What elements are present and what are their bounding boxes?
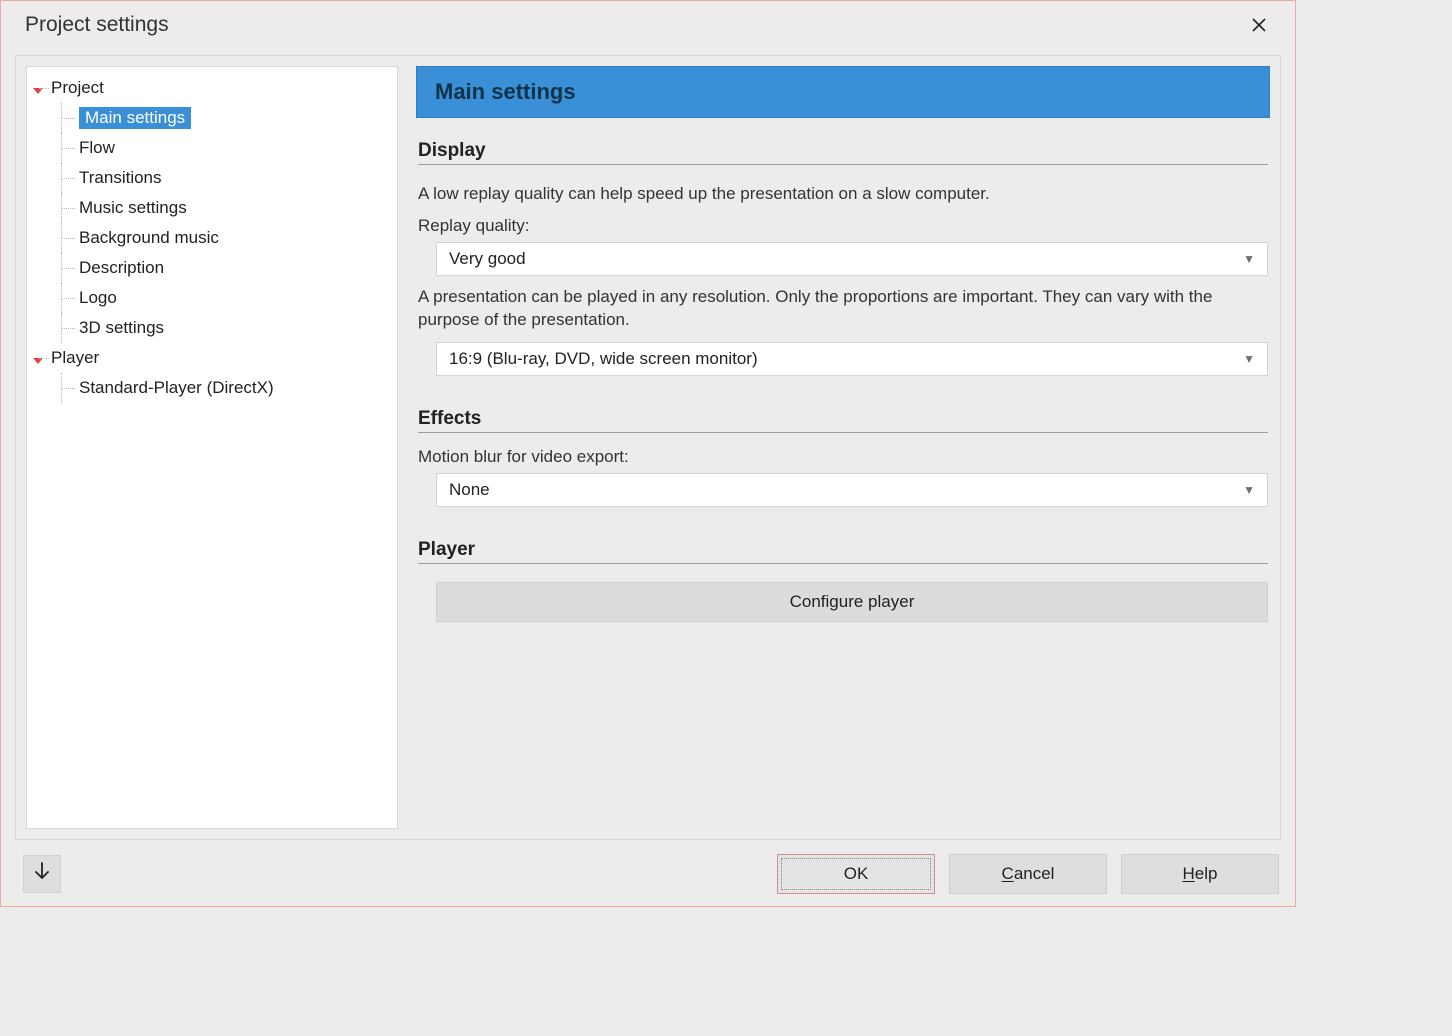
- caret-down-icon[interactable]: [33, 351, 43, 361]
- configure-player-button[interactable]: Configure player: [436, 582, 1268, 622]
- replay-quality-label: Replay quality:: [418, 216, 1268, 236]
- dialog-footer: OK Cancel Help: [1, 842, 1295, 906]
- tree-node-description[interactable]: Description: [31, 253, 393, 283]
- cancel-button[interactable]: Cancel: [949, 854, 1107, 894]
- arrow-down-icon: [34, 862, 50, 887]
- tree-node-standard-player[interactable]: Standard-Player (DirectX): [31, 373, 393, 403]
- section-player-title: Player: [418, 539, 1268, 564]
- tree-node-transitions[interactable]: Transitions: [31, 163, 393, 193]
- tree-node-flow[interactable]: Flow: [31, 133, 393, 163]
- section-effects-title: Effects: [418, 408, 1268, 433]
- dialog-body: Project Main settings Flow Transitions M…: [15, 55, 1281, 840]
- tree-node-background-music[interactable]: Background music: [31, 223, 393, 253]
- titlebar: Project settings: [1, 1, 1295, 49]
- tree-node-player[interactable]: Player Standard-Player (DirectX): [31, 343, 393, 403]
- tree-node-music-settings[interactable]: Music settings: [31, 193, 393, 223]
- caret-down-icon[interactable]: [33, 81, 43, 91]
- chevron-down-icon: ▼: [1243, 252, 1255, 266]
- motion-blur-label: Motion blur for video export:: [418, 447, 1268, 467]
- section-display-title: Display: [418, 140, 1268, 165]
- resolution-desc: A presentation can be played in any reso…: [418, 286, 1268, 332]
- project-settings-dialog: Project settings Project Main settings F…: [0, 0, 1296, 907]
- ok-button[interactable]: OK: [777, 854, 935, 894]
- close-icon[interactable]: [1241, 7, 1277, 43]
- settings-panel: Main settings Display A low replay quali…: [416, 66, 1270, 829]
- window-title: Project settings: [25, 13, 169, 37]
- help-button[interactable]: Help: [1121, 854, 1279, 894]
- tree-node-3d-settings[interactable]: 3D settings: [31, 313, 393, 343]
- tree-node-logo[interactable]: Logo: [31, 283, 393, 313]
- replay-quality-select[interactable]: Very good ▼: [436, 242, 1268, 276]
- chevron-down-icon: ▼: [1243, 483, 1255, 497]
- import-button[interactable]: [23, 855, 61, 893]
- replay-quality-desc: A low replay quality can help speed up t…: [418, 183, 1268, 206]
- panel-heading: Main settings: [416, 66, 1270, 118]
- tree-node-main-settings[interactable]: Main settings: [31, 103, 393, 133]
- motion-blur-select[interactable]: None ▼: [436, 473, 1268, 507]
- aspect-ratio-select[interactable]: 16:9 (Blu-ray, DVD, wide screen monitor)…: [436, 342, 1268, 376]
- tree-node-project[interactable]: Project Main settings Flow Transitions M…: [31, 73, 393, 343]
- chevron-down-icon: ▼: [1243, 352, 1255, 366]
- navigation-tree[interactable]: Project Main settings Flow Transitions M…: [26, 66, 398, 829]
